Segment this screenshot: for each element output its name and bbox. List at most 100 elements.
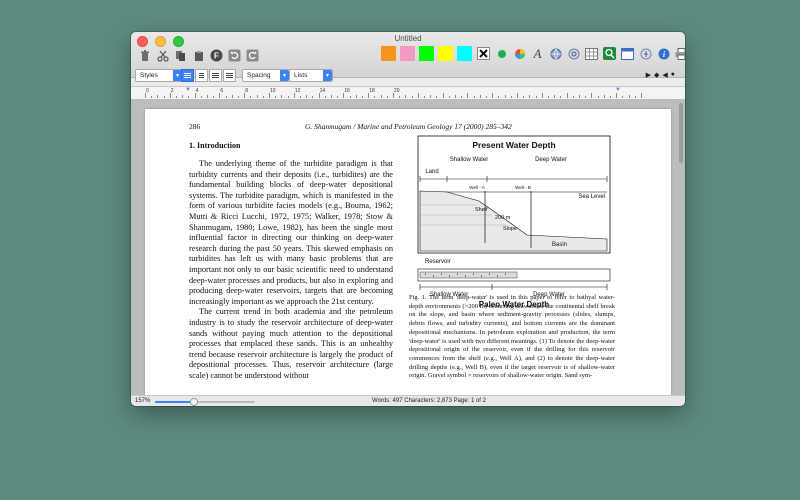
ruler-tick (579, 95, 580, 98)
align-justify-button[interactable] (223, 69, 236, 82)
ruler-tick (510, 96, 512, 98)
figure-title-top: Present Water Depth (472, 140, 555, 150)
globe-icon[interactable] (548, 46, 563, 61)
ruler-tick (275, 96, 277, 98)
ruler-tick (188, 96, 190, 98)
ruler[interactable]: ▼ ▼ 0 2 4 6 8 10 12 14 16 18 20 (131, 86, 685, 100)
ruler-tick (424, 96, 425, 98)
ruler-tick (430, 95, 432, 98)
ruler-tick (622, 96, 624, 98)
copy-icon[interactable] (173, 48, 188, 63)
ruler-number: 18 (369, 88, 375, 94)
ruler-tick (182, 95, 184, 98)
info-icon[interactable]: i (656, 46, 671, 61)
align-center-button[interactable] (195, 69, 208, 82)
ruler-tick (250, 96, 252, 98)
align-left-button[interactable] (181, 69, 194, 82)
section-title: 1. Introduction (189, 141, 241, 150)
spacing-popup[interactable]: Spacing ▾ (242, 69, 290, 82)
zoom-level: 157% (135, 398, 151, 404)
play-icon[interactable]: ▶ (646, 71, 651, 79)
ruler-tick (566, 93, 568, 98)
ruler-tick (442, 93, 444, 98)
document-page[interactable]: 286 G. Shanmugam / Marine and Petroleum … (145, 109, 671, 395)
ruler-tick (157, 95, 159, 98)
shallow-water-label: Shallow Water (450, 157, 488, 163)
zoom-slider-knob[interactable] (190, 398, 198, 406)
ruler-number: 2 (170, 88, 174, 94)
ruler-tick (634, 96, 636, 98)
ruler-number: 14 (319, 88, 326, 94)
ruler-tick (479, 95, 481, 98)
ruler-tick (225, 96, 227, 98)
ruler-tick (610, 96, 611, 98)
link-icon[interactable] (566, 46, 581, 61)
ruler-tick (417, 93, 419, 98)
stop-icon[interactable]: ● (671, 71, 675, 79)
styles-label: Styles (140, 72, 158, 79)
highlight-pink-swatch[interactable] (400, 46, 415, 61)
ruler-tick (386, 96, 388, 98)
ruler-tick (269, 93, 270, 98)
window-icon[interactable] (620, 46, 635, 61)
ruler-tick (473, 96, 475, 98)
figure-1: Present Water Depth Land Shallow Water D… (417, 135, 611, 309)
deep-water-label: Deep Water (535, 157, 567, 163)
trash-icon[interactable] (137, 48, 152, 63)
ruler-tick (529, 95, 531, 98)
document-area[interactable]: 286 G. Shanmugam / Marine and Petroleum … (131, 99, 685, 395)
highlight-green-swatch[interactable] (419, 46, 434, 61)
search-icon[interactable] (602, 46, 617, 61)
vertical-scrollbar[interactable] (679, 103, 683, 163)
ruler-tick (560, 96, 562, 98)
ruler-tick (151, 96, 153, 98)
ruler-tick (523, 96, 525, 98)
land-label: Land (425, 169, 438, 175)
clear-format-icon[interactable] (476, 46, 491, 61)
highlight-yellow-swatch[interactable] (438, 46, 453, 61)
ruler-tick (169, 93, 171, 98)
ruler-tick (324, 96, 326, 98)
color-wheel-icon[interactable] (512, 46, 527, 61)
diamond-icon[interactable]: ◆ (654, 71, 659, 79)
paste-icon[interactable] (191, 48, 206, 63)
font-icon[interactable]: F (209, 48, 224, 63)
ruler-tick (176, 96, 177, 98)
ruler-tick (461, 96, 463, 98)
ruler-tick (362, 96, 363, 98)
table-icon[interactable] (584, 46, 599, 61)
ruler-number: 20 (394, 88, 400, 94)
scissors-icon[interactable] (155, 48, 170, 63)
styles-popup[interactable]: Styles ▾ (135, 69, 183, 82)
paragraph: The underlying theme of the turbidite pa… (189, 159, 393, 306)
zoom-slider[interactable] (155, 398, 255, 406)
highlight-orange-swatch[interactable] (381, 46, 396, 61)
ruler-tick (448, 96, 450, 98)
ruler-tick (498, 96, 500, 98)
color-dot-icon[interactable] (494, 46, 509, 61)
ruler-number: 0 (146, 88, 149, 94)
highlight-cyan-swatch[interactable] (457, 46, 472, 61)
ruler-tick (368, 93, 370, 98)
back-icon[interactable]: ◀ (662, 71, 667, 79)
ruler-tick (380, 95, 382, 98)
ruler-tick (300, 96, 301, 98)
ruler-tick (337, 96, 339, 98)
emoji-icon[interactable] (638, 46, 653, 61)
lists-popup[interactable]: Lists ▾ (289, 69, 333, 82)
sea-level-label: Sea Level (578, 194, 605, 200)
status-bar: 157% Words: 497 Characters: 2,873 Page: … (131, 395, 685, 406)
ruler-tick (244, 93, 246, 98)
ruler-tick (591, 93, 593, 98)
left-margin-marker[interactable]: ▼ (185, 87, 191, 93)
reservoir-gravel (419, 271, 518, 279)
chevron-down-icon: ▾ (323, 70, 332, 81)
align-right-button[interactable] (209, 69, 222, 82)
ruler-number: 16 (344, 88, 350, 94)
redo-icon[interactable] (245, 48, 260, 63)
undo-icon[interactable] (227, 48, 242, 63)
ruler-number: 12 (294, 88, 301, 94)
print-icon[interactable] (674, 46, 685, 61)
font-style-icon[interactable]: A (530, 46, 545, 61)
ruler-tick (467, 93, 469, 98)
